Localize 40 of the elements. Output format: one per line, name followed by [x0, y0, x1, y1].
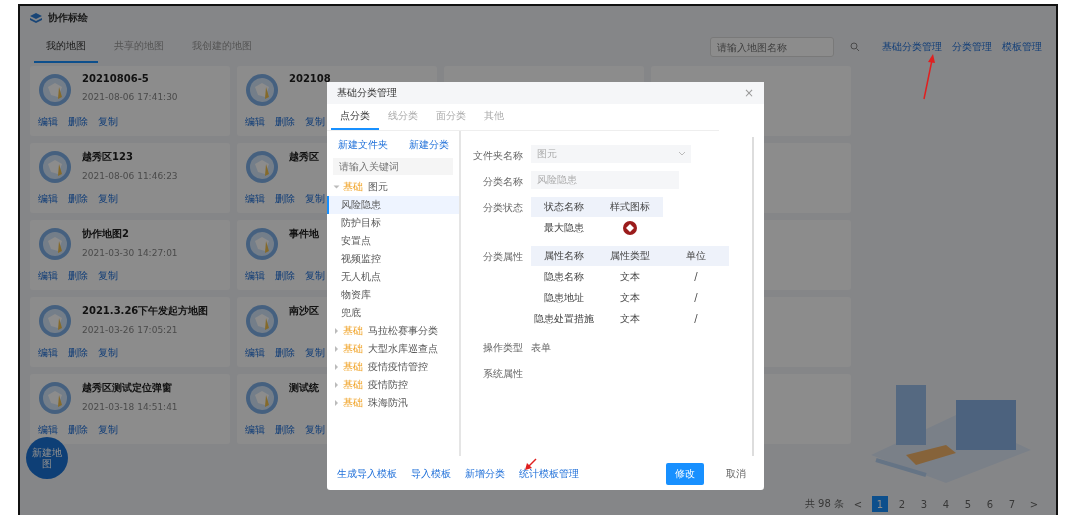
field-label: 分类状态: [482, 201, 523, 215]
app-title: 协作标绘: [48, 11, 88, 25]
table-cell-text: /: [693, 291, 699, 305]
map-title: 越秀区123: [82, 150, 133, 164]
field-label: 分类名称: [482, 175, 523, 189]
update-time: 2021-08-06 11:46:23: [82, 170, 179, 183]
map-title: 南沙区: [289, 304, 319, 318]
field-label: 分类属性: [482, 250, 523, 264]
table-cell-text: 文本: [619, 290, 641, 305]
update-time: 2021-03-18 14:51:41: [82, 401, 179, 414]
operation-type: 表单: [531, 341, 551, 355]
field-label: 操作类型: [482, 341, 523, 355]
column-header: 样式图标: [597, 197, 663, 217]
table-cell-text: 隐患处置措施: [533, 311, 595, 326]
map-title: 测试统: [289, 381, 319, 395]
map-title: 协作地图2: [82, 227, 129, 241]
column-header: 状态名称: [531, 197, 597, 217]
table-cell-text: 最大隐患: [543, 220, 585, 235]
map-title: 2021.3.26下午发起方地图: [82, 304, 209, 318]
table-cell-text: 文本: [619, 311, 641, 326]
table-cell-text: 隐患地址: [543, 290, 585, 305]
column-header: 属性类型: [597, 246, 663, 266]
column-header: 属性名称: [531, 246, 597, 266]
map-title: 越秀区测试定位弹窗: [82, 381, 172, 395]
field-label: 系统属性: [482, 367, 523, 381]
update-time: 2021-08-06 17:41:30: [82, 92, 179, 104]
table-cell-text: /: [693, 270, 699, 284]
column-header: 单位: [663, 246, 729, 266]
map-title: 202108: [289, 73, 331, 86]
update-time: 2021-03-30 14:27:01: [82, 247, 179, 260]
map-title: 越秀区: [289, 150, 319, 164]
total-count: 共 98 条: [804, 497, 844, 511]
map-title: 事件地: [289, 227, 319, 241]
update-time: 2021-03-26 17:05:21: [82, 324, 179, 337]
field-label: 文件夹名称: [472, 149, 523, 163]
table-cell-text: /: [693, 312, 699, 326]
table-cell-text: 隐患名称: [543, 269, 585, 284]
map-title: 20210806-5: [82, 73, 149, 86]
dialog-title: 基础分类管理: [337, 86, 397, 100]
table-cell-text: 文本: [619, 269, 641, 284]
